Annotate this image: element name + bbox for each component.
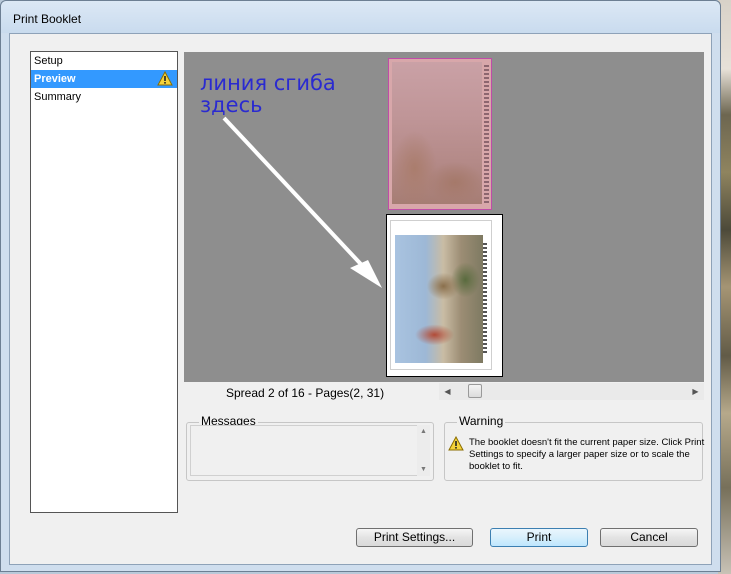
scroll-right-icon[interactable]: ▶ — [687, 383, 704, 400]
scroll-thumb[interactable] — [468, 384, 482, 398]
scroll-down-icon[interactable]: ▼ — [417, 463, 430, 476]
nav-item-label: Summary — [34, 91, 82, 103]
nav-item-summary[interactable]: Summary — [31, 88, 177, 106]
nav-item-preview[interactable]: Preview — [31, 70, 177, 88]
spread-label: Spread 2 of 16 - Pages(2, 31) — [226, 386, 385, 400]
messages-scrollbar[interactable]: ▲ ▼ — [417, 425, 430, 476]
warning-triangle-icon — [448, 436, 464, 451]
window-title: Print Booklet — [13, 12, 82, 26]
nav-item-label: Preview — [34, 73, 76, 85]
warning-message: The booklet doesn't fit the current pape… — [469, 437, 705, 472]
nav-item-label: Setup — [34, 55, 63, 67]
print-booklet-dialog: Print Booklet Setup Preview Summary лини… — [0, 0, 721, 572]
scroll-left-icon[interactable]: ◀ — [439, 383, 456, 400]
section-list: Setup Preview Summary — [30, 51, 178, 513]
messages-list[interactable] — [190, 425, 419, 476]
print-settings-button[interactable]: Print Settings... — [356, 528, 473, 547]
booklet-preview: линия сгиба здесь — [184, 52, 704, 382]
spread-scrollbar[interactable]: ◀ ▶ — [439, 383, 704, 400]
cancel-button[interactable]: Cancel — [600, 528, 698, 547]
fold-arrow-icon — [222, 116, 382, 288]
title-bar[interactable]: Print Booklet — [1, 1, 720, 33]
print-button[interactable]: Print — [490, 528, 588, 547]
warning-label: Warning — [457, 414, 506, 428]
warning-triangle-icon — [157, 71, 173, 86]
nav-item-setup[interactable]: Setup — [31, 52, 177, 70]
scroll-up-icon[interactable]: ▲ — [417, 425, 430, 438]
dialog-body: Setup Preview Summary линия сгиба здесь … — [9, 33, 712, 565]
